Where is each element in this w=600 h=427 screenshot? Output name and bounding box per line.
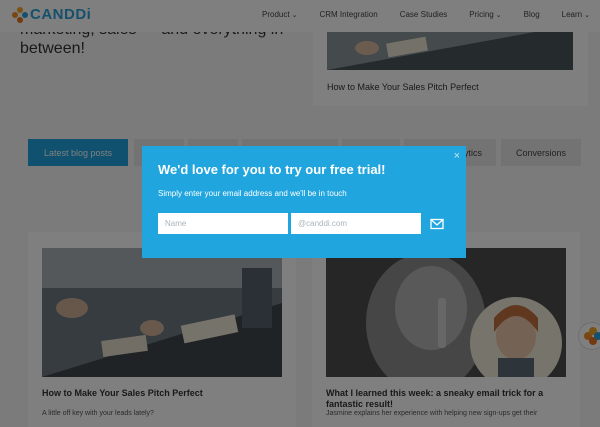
close-icon[interactable]: × — [454, 150, 460, 162]
free-trial-modal: × We'd love for you to try our free tria… — [142, 146, 466, 258]
name-field[interactable] — [158, 213, 288, 234]
modal-subtitle: Simply enter your email address and we'l… — [158, 189, 347, 198]
email-field[interactable] — [291, 213, 421, 234]
modal-title: We'd love for you to try our free trial! — [158, 162, 386, 177]
send-envelope-icon — [430, 218, 444, 229]
submit-button[interactable] — [426, 213, 448, 234]
